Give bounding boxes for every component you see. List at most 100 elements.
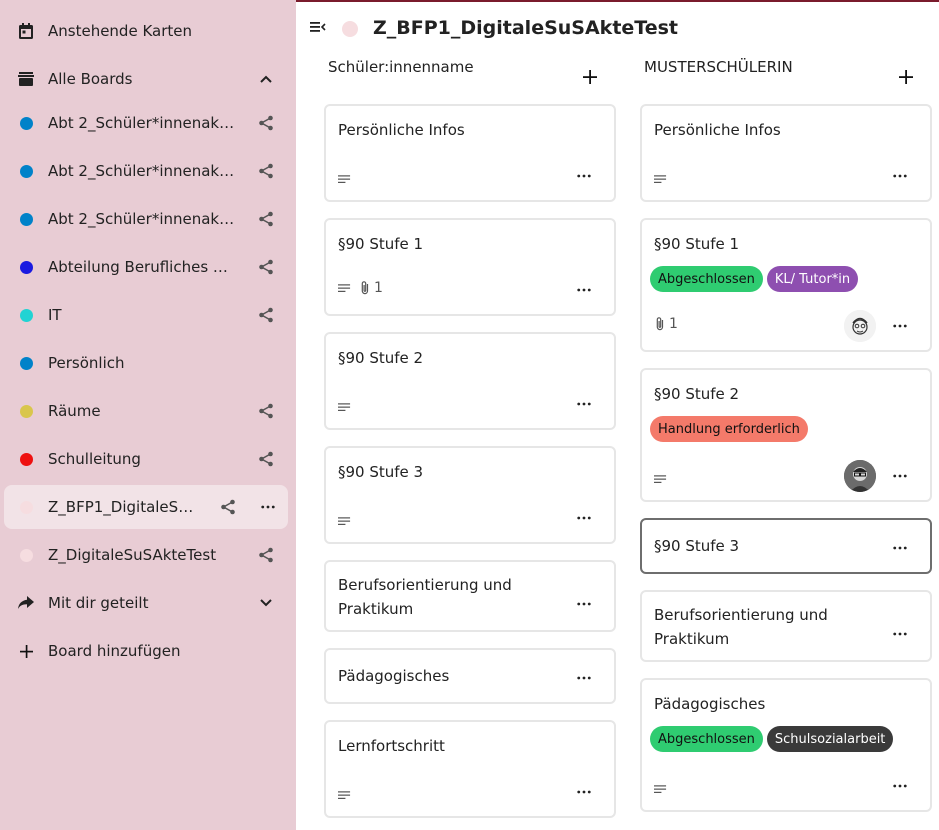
nav-label: Abt 2_Schüler*innenakte… bbox=[48, 210, 244, 228]
stack-title: Schüler:innenname bbox=[328, 58, 474, 76]
nav-board-abt2-a[interactable]: Abt 2_Schüler*innenakte… bbox=[4, 101, 288, 145]
board-color-dot bbox=[19, 452, 33, 466]
attachment-count: 1 bbox=[654, 316, 678, 332]
menu-toggle-icon[interactable] bbox=[310, 20, 326, 38]
label-tag[interactable]: Handlung erforderlich bbox=[650, 416, 808, 442]
card[interactable]: Pädagogisches bbox=[324, 648, 616, 704]
nav-board-abt2-c[interactable]: Abt 2_Schüler*innenakte… bbox=[4, 197, 288, 241]
card-title: Persönliche Infos bbox=[338, 121, 465, 139]
card-title: Berufsorientierung und Praktikum bbox=[338, 576, 512, 618]
nav-label: IT bbox=[48, 306, 62, 324]
card-more-icon[interactable] bbox=[888, 468, 912, 484]
nav-board-schulleitung[interactable]: Schulleitung bbox=[4, 437, 288, 481]
share-icon[interactable] bbox=[244, 211, 288, 227]
description-icon bbox=[338, 174, 351, 184]
card[interactable]: §90 Stufe 2 bbox=[324, 332, 616, 430]
share-icon[interactable] bbox=[244, 307, 288, 323]
nav-label: Alle Boards bbox=[48, 70, 133, 88]
card-more-icon[interactable] bbox=[572, 396, 596, 412]
share-icon[interactable] bbox=[208, 499, 248, 515]
app-navigation: Anstehende Karten Alle Boards Abt 2_Schü… bbox=[0, 0, 296, 830]
share-icon[interactable] bbox=[244, 115, 288, 131]
card-more-icon[interactable] bbox=[888, 318, 912, 334]
card[interactable]: §90 Stufe 3 bbox=[640, 518, 932, 574]
board-color-dot bbox=[19, 116, 33, 130]
label-tag[interactable]: Abgeschlossen bbox=[650, 266, 763, 292]
card-title: §90 Stufe 3 bbox=[338, 463, 424, 481]
nav-label: Z_BFP1_DigitaleSuS… bbox=[48, 498, 208, 516]
description-icon bbox=[654, 174, 667, 184]
card-title: Berufsorientierung und Praktikum bbox=[654, 606, 828, 648]
share-icon[interactable] bbox=[244, 259, 288, 275]
card[interactable]: §90 Stufe 3 bbox=[324, 446, 616, 544]
more-icon[interactable] bbox=[248, 505, 288, 509]
nav-board-abt2-b[interactable]: Abt 2_Schüler*innenakte… bbox=[4, 149, 288, 193]
label-tag[interactable]: Abgeschlossen bbox=[650, 726, 763, 752]
card[interactable]: §90 Stufe 1 1 bbox=[324, 218, 616, 316]
card-labels: Handlung erforderlich bbox=[650, 416, 808, 442]
card-more-icon[interactable] bbox=[572, 596, 596, 612]
add-card-button[interactable] bbox=[580, 67, 600, 87]
add-card-button[interactable] bbox=[896, 67, 916, 87]
card[interactable]: Berufsorientierung und Praktikum bbox=[324, 560, 616, 632]
description-icon bbox=[338, 790, 351, 800]
share-icon[interactable] bbox=[244, 403, 288, 419]
card[interactable]: Persönliche Infos bbox=[324, 104, 616, 202]
share-icon[interactable] bbox=[244, 163, 288, 179]
nav-add-board[interactable]: Board hinzufügen bbox=[4, 629, 288, 673]
description-icon bbox=[654, 474, 667, 484]
nav-upcoming-cards[interactable]: Anstehende Karten bbox=[4, 9, 288, 53]
nav-shared-with-you[interactable]: Mit dir geteilt bbox=[4, 581, 288, 625]
card-title: Persönliche Infos bbox=[654, 121, 781, 139]
board-color-dot bbox=[19, 212, 33, 226]
nav-board-it[interactable]: IT bbox=[4, 293, 288, 337]
chevron-down-icon[interactable] bbox=[244, 599, 288, 607]
card[interactable]: Lernfortschritt bbox=[324, 720, 616, 818]
card-more-icon[interactable] bbox=[572, 670, 596, 686]
nav-label: Räume bbox=[48, 402, 101, 420]
share-icon[interactable] bbox=[244, 547, 288, 563]
card-more-icon[interactable] bbox=[572, 168, 596, 184]
card-title: Pädagogisches bbox=[338, 667, 450, 685]
avatar[interactable] bbox=[844, 310, 876, 342]
description-icon bbox=[338, 516, 351, 526]
card[interactable]: §90 Stufe 2 Handlung erforderlich bbox=[640, 368, 932, 502]
chevron-up-icon[interactable] bbox=[244, 75, 288, 83]
card[interactable]: §90 Stufe 1 Abgeschlossen KL/ Tutor*in 1 bbox=[640, 218, 932, 352]
nav-label: Abt 2_Schüler*innenakte… bbox=[48, 162, 244, 180]
avatar[interactable] bbox=[844, 460, 876, 492]
archive-icon bbox=[4, 72, 48, 86]
card[interactable]: Pädagogisches Abgeschlossen Schulsoziala… bbox=[640, 678, 932, 812]
card-title: §90 Stufe 2 bbox=[338, 349, 424, 367]
nav-label: Anstehende Karten bbox=[48, 22, 193, 40]
board-color-dot bbox=[19, 548, 33, 562]
label-tag[interactable]: Schulsozialarbeit bbox=[766, 726, 894, 752]
card-more-icon[interactable] bbox=[888, 540, 912, 556]
card-more-icon[interactable] bbox=[572, 282, 596, 298]
board-header: Z_BFP1_DigitaleSuSAkteTest bbox=[296, 0, 939, 56]
nav-board-raeume[interactable]: Räume bbox=[4, 389, 288, 433]
card-labels: Abgeschlossen KL/ Tutor*in bbox=[650, 266, 859, 292]
nav-all-boards[interactable]: Alle Boards bbox=[4, 57, 288, 101]
nav-board-z-digitale[interactable]: Z_DigitaleSuSAkteTest bbox=[4, 533, 288, 577]
card-more-icon[interactable] bbox=[888, 626, 912, 642]
paperclip-icon bbox=[359, 280, 371, 296]
nav-board-persoenlich[interactable]: Persönlich bbox=[4, 341, 288, 385]
card-title: Pädagogisches bbox=[654, 695, 766, 713]
share-icon[interactable] bbox=[244, 451, 288, 467]
nav-board-abteilung[interactable]: Abteilung Berufliches Gy… bbox=[4, 245, 288, 289]
card[interactable]: Persönliche Infos bbox=[640, 104, 932, 202]
card[interactable]: Berufsorientierung und Praktikum bbox=[640, 590, 932, 662]
share-arrow-icon bbox=[4, 596, 48, 610]
nav-label: Schulleitung bbox=[48, 450, 141, 468]
description-icon bbox=[338, 402, 351, 412]
board-color-dot bbox=[19, 404, 33, 418]
card-title: §90 Stufe 3 bbox=[654, 537, 740, 555]
board-color-dot bbox=[19, 356, 33, 370]
card-more-icon[interactable] bbox=[572, 784, 596, 800]
card-more-icon[interactable] bbox=[572, 510, 596, 526]
label-tag[interactable]: KL/ Tutor*in bbox=[766, 266, 859, 292]
nav-board-z-bfp1[interactable]: Z_BFP1_DigitaleSuS… bbox=[4, 485, 288, 529]
card-more-icon[interactable] bbox=[888, 168, 912, 184]
card-more-icon[interactable] bbox=[888, 778, 912, 794]
